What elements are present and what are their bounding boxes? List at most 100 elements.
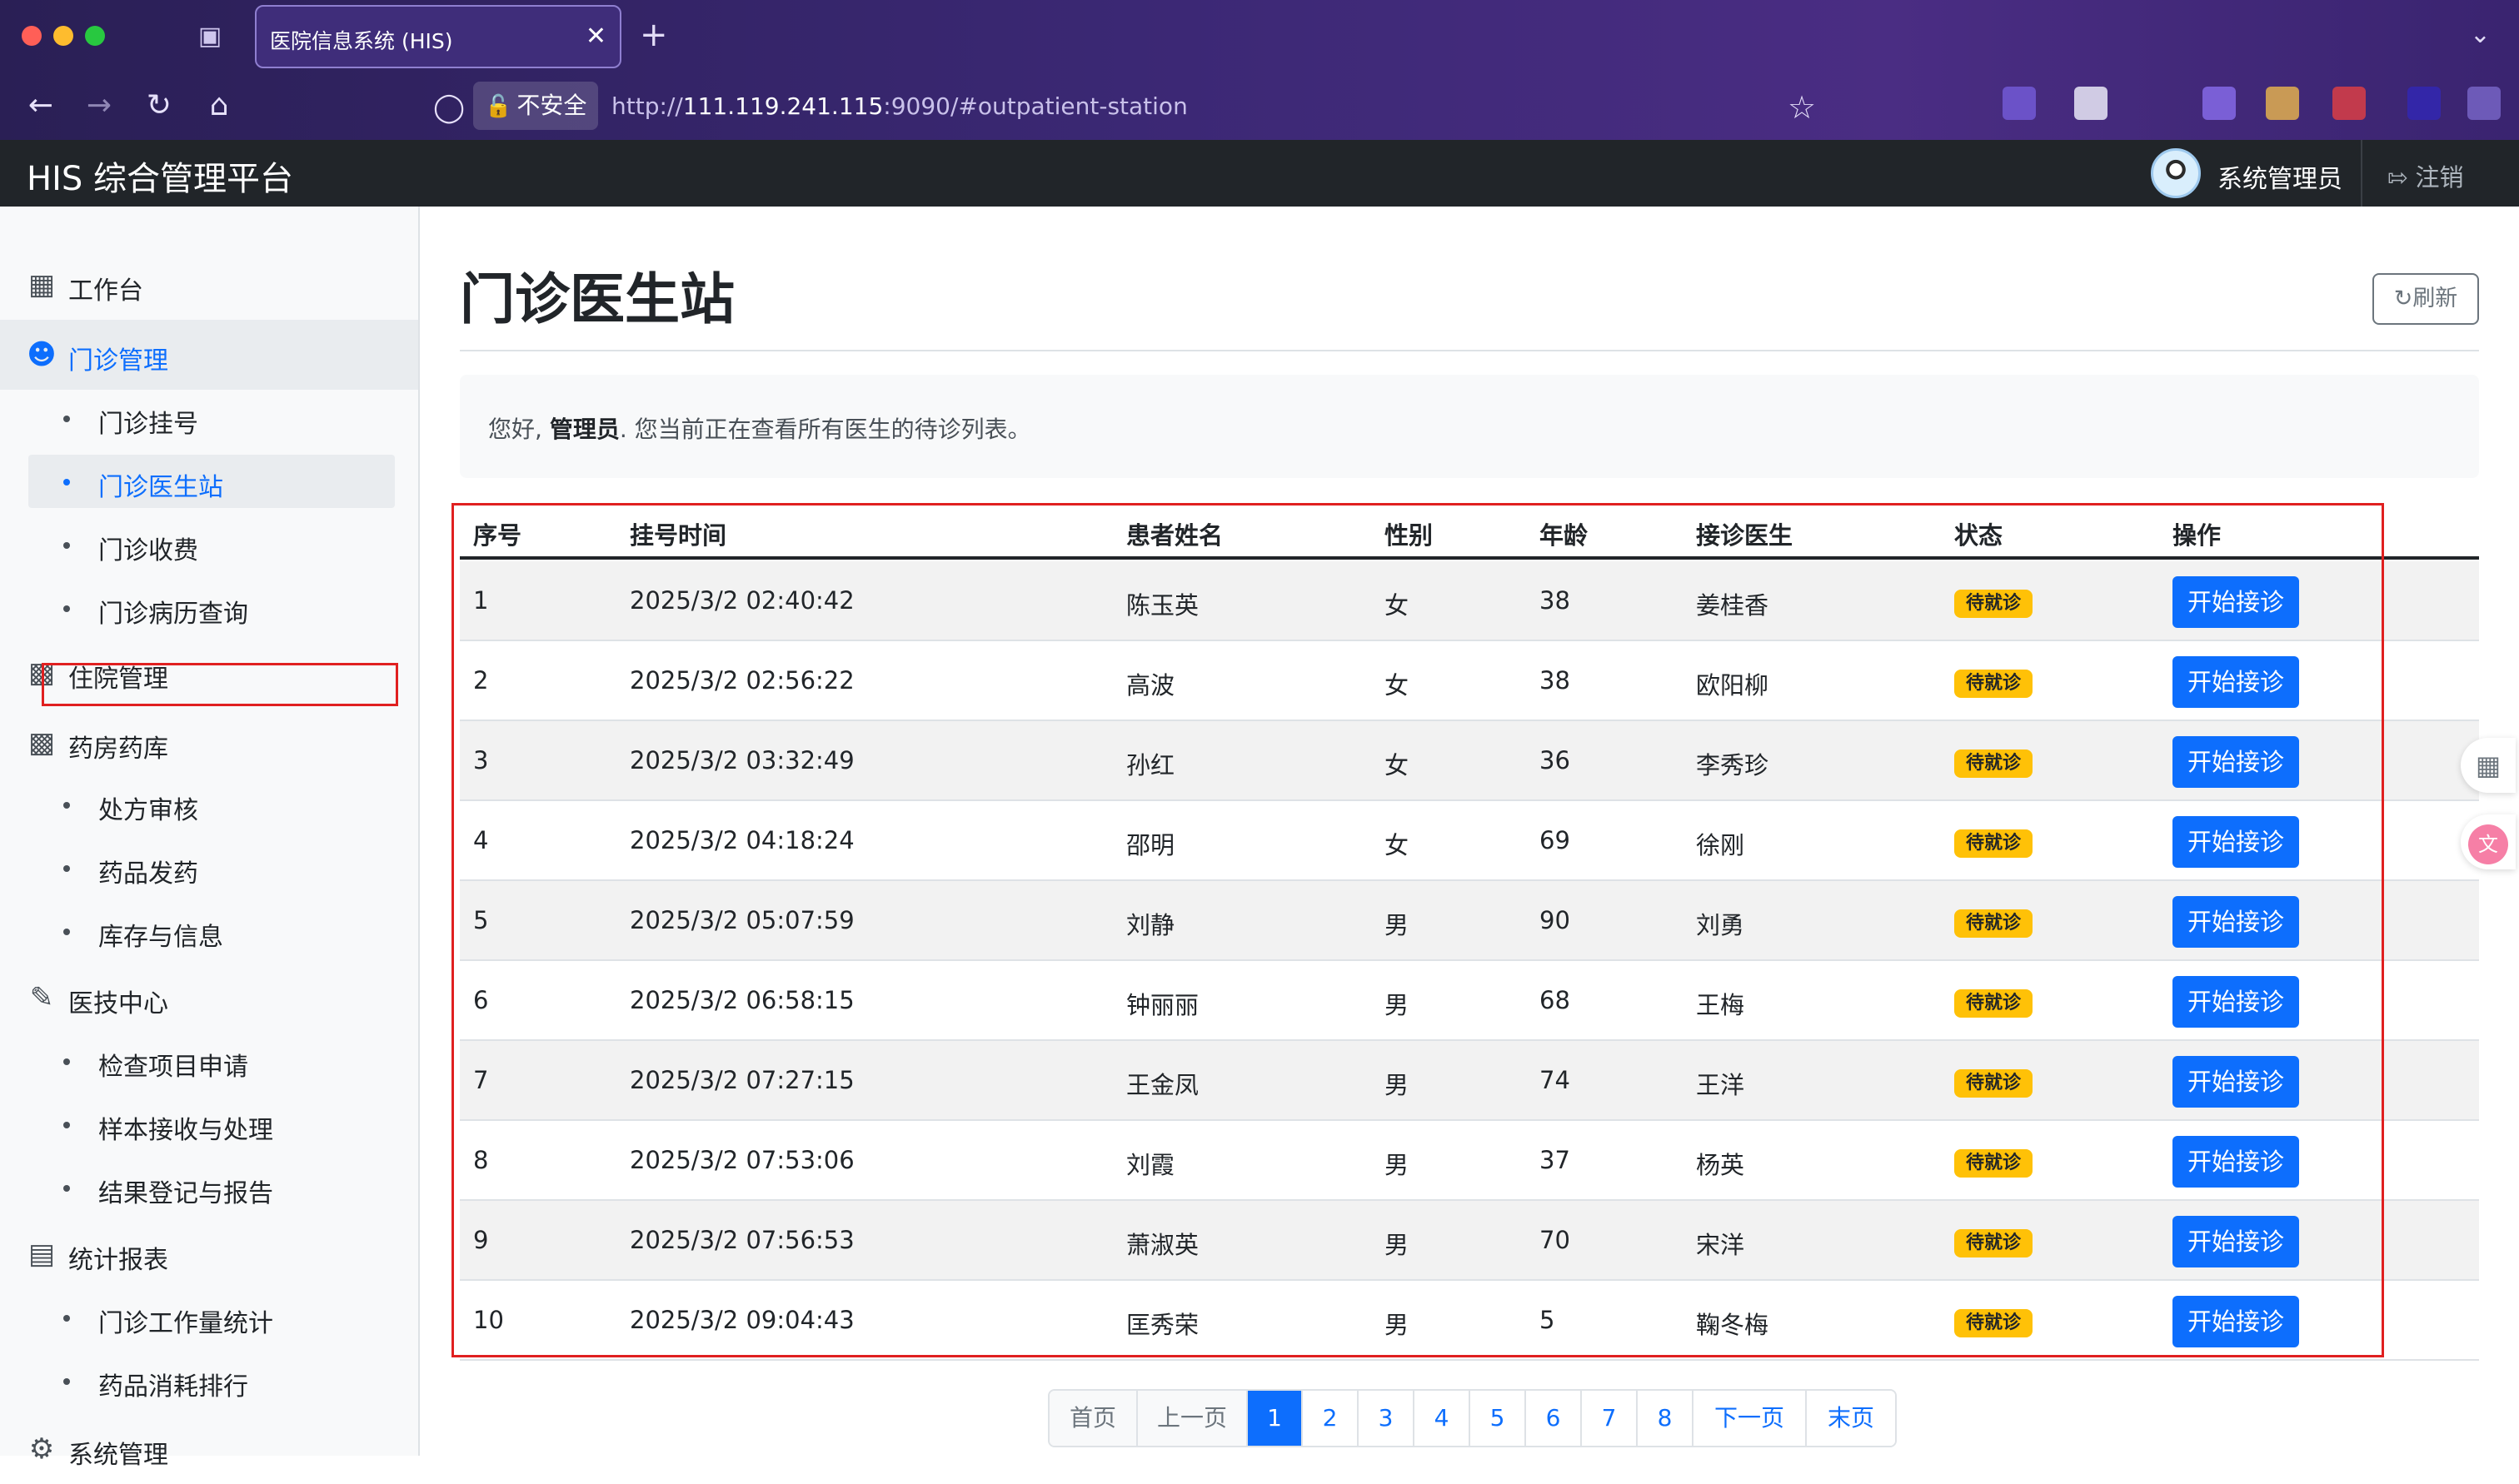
highlight-box	[451, 503, 2384, 1357]
extension-icon[interactable]	[2407, 87, 2441, 120]
new-tab-icon[interactable]: +	[640, 17, 668, 53]
sidebar-group-label: 药房药库	[68, 735, 168, 764]
refresh-button[interactable]: ↻刷新	[2372, 273, 2479, 325]
translate-icon[interactable]: 文	[2461, 814, 2516, 869]
app-brand[interactable]: HIS 综合管理平台	[27, 152, 293, 200]
sidebar-item-workload-stats[interactable]: 门诊工作量统计	[28, 1291, 395, 1344]
sidebar-item-inventory[interactable]: 库存与信息	[28, 904, 395, 958]
bullet-icon	[63, 479, 70, 486]
first-page-button[interactable]: 首页	[1050, 1391, 1138, 1446]
browser-chrome: ▣ 医院信息系统 (HIS) ✕ + ⌄ ← → ↻ ⌂ ◯ 🔓 不安全 http…	[0, 0, 2519, 140]
home-icon[interactable]: ⌂	[198, 85, 240, 127]
sidebar-item-label: 门诊医生站	[98, 473, 223, 502]
window-zoom-button[interactable]	[85, 26, 105, 46]
greeting-prefix: 您好,	[488, 416, 550, 443]
greeting-suffix: . 您当前正在查看所有医生的待诊列表。	[619, 416, 1031, 443]
bullet-icon	[63, 416, 70, 422]
sidebar-item-label: 库存与信息	[98, 923, 223, 952]
page-button-2[interactable]: 2	[1303, 1391, 1359, 1446]
close-tab-icon[interactable]: ✕	[586, 20, 606, 53]
sidebar-item-exam-request[interactable]: 检查项目申请	[28, 1034, 395, 1088]
chevron-down-icon[interactable]: ⌄	[2470, 20, 2491, 49]
page-button-5[interactable]: 5	[1470, 1391, 1526, 1446]
sidebar-item-label: 门诊收费	[98, 536, 198, 565]
sidebar-group-pharmacy[interactable]: ▩ 药房药库	[0, 708, 418, 778]
logout-label: 注销	[2415, 163, 2464, 192]
extension-icon[interactable]	[2332, 87, 2366, 120]
prev-page-button[interactable]: 上一页	[1138, 1391, 1248, 1446]
pen-icon: ✎	[29, 981, 54, 1014]
security-label: 不安全	[516, 92, 587, 119]
sidebar-item-drug-ranking[interactable]: 药品消耗排行	[28, 1354, 395, 1407]
browser-tab-bar: ▣ 医院信息系统 (HIS) ✕ + ⌄	[0, 0, 2519, 73]
url-path: :9090/#outpatient-station	[883, 92, 1188, 120]
sidebar-item-label: 门诊病历查询	[98, 600, 248, 629]
sidebar-group-label: 统计报表	[68, 1246, 168, 1275]
sidebar-group-medtech[interactable]: ✎ 医技中心	[0, 963, 418, 1033]
dashboard-icon: ▦	[27, 268, 56, 301]
extension-icon[interactable]	[2467, 87, 2501, 120]
window-close-button[interactable]	[22, 26, 42, 46]
user-name[interactable]: 系统管理员	[2217, 158, 2342, 195]
title-divider	[460, 350, 2479, 351]
extension-icon[interactable]	[2202, 87, 2236, 120]
page-button-7[interactable]: 7	[1582, 1391, 1638, 1446]
sidebar-item-label: 药品发药	[98, 859, 198, 889]
sidebar-item-dispensing[interactable]: 药品发药	[28, 841, 395, 894]
bullet-icon	[63, 1058, 70, 1065]
page-button-6[interactable]: 6	[1526, 1391, 1582, 1446]
next-page-button[interactable]: 下一页	[1693, 1391, 1807, 1446]
greeting-user: 管理员	[549, 416, 620, 443]
page-button-1[interactable]: 1	[1248, 1391, 1303, 1446]
page-button-4[interactable]: 4	[1414, 1391, 1470, 1446]
sidebar-item-record-query[interactable]: 门诊病历查询	[28, 581, 395, 635]
qr-code-icon[interactable]: ▦	[2461, 738, 2516, 793]
url-host: 111.119.241.115	[682, 92, 884, 120]
sidebar-item-result-report[interactable]: 结果登记与报告	[28, 1161, 395, 1214]
browser-tab[interactable]: 医院信息系统 (HIS) ✕	[255, 5, 621, 68]
page-button-8[interactable]: 8	[1638, 1391, 1693, 1446]
reload-icon[interactable]: ↻	[138, 85, 180, 127]
sidebar-item-sample-receipt[interactable]: 样本接收与处理	[28, 1098, 395, 1151]
page-title: 门诊医生站	[460, 267, 735, 331]
avatar[interactable]	[2151, 148, 2201, 198]
bullet-icon	[63, 605, 70, 612]
sidebar-group-label: 工作台	[68, 276, 143, 306]
sidebar-item-label: 药品消耗排行	[98, 1372, 248, 1402]
sidebar-item-prescription-review[interactable]: 处方审核	[28, 778, 395, 831]
shield-icon[interactable]: ◯	[428, 87, 470, 128]
forward-icon[interactable]: →	[78, 85, 120, 127]
sidebar-group-system[interactable]: ⚙ 系统管理	[0, 1414, 418, 1484]
refresh-icon: ↻	[2393, 286, 2413, 311]
sidebar-group-statistics[interactable]: ▤ 统计报表	[0, 1219, 418, 1289]
app-header: HIS 综合管理平台 系统管理员 ⇰ 注销	[0, 140, 2519, 207]
sidebar-item-doctor-station[interactable]: 门诊医生站	[28, 455, 395, 508]
back-icon[interactable]: ←	[20, 85, 62, 127]
sidebar-item-billing[interactable]: 门诊收费	[28, 518, 395, 571]
bookmark-star-icon[interactable]: ☆	[1781, 87, 1823, 128]
sidebar-item-label: 处方审核	[98, 796, 198, 825]
sidebar-group-outpatient[interactable]: ☻ 门诊管理	[0, 320, 418, 390]
tab-overview-icon[interactable]: ▣	[193, 20, 227, 53]
browser-tab-title: 医院信息系统 (HIS)	[270, 29, 453, 53]
security-indicator[interactable]: 🔓 不安全	[473, 82, 598, 130]
extension-icon[interactable]	[2266, 87, 2299, 120]
sidebar-group-label: 系统管理	[68, 1441, 168, 1470]
header-divider	[2361, 140, 2362, 207]
url-bar[interactable]: http://111.119.241.115:9090/#outpatient-…	[611, 92, 1188, 120]
bar-chart-icon: ▤	[27, 1237, 56, 1271]
logout-button[interactable]: ⇰ 注销	[2387, 158, 2464, 193]
bullet-icon	[63, 1185, 70, 1192]
greeting-alert: 您好, 管理员. 您当前正在查看所有医生的待诊列表。	[460, 375, 2479, 478]
sidebar-item-registration[interactable]: 门诊挂号	[28, 391, 395, 445]
bullet-icon	[63, 929, 70, 935]
bullet-icon	[63, 1378, 70, 1385]
bullet-icon	[63, 1315, 70, 1322]
bullet-icon	[63, 542, 70, 549]
page-button-3[interactable]: 3	[1359, 1391, 1414, 1446]
sidebar-group-dashboard[interactable]: ▦ 工作台	[0, 250, 418, 320]
window-minimize-button[interactable]	[53, 26, 73, 46]
last-page-button[interactable]: 末页	[1807, 1391, 1895, 1446]
extension-icon[interactable]	[2003, 87, 2036, 120]
extension-icon[interactable]	[2074, 87, 2107, 120]
